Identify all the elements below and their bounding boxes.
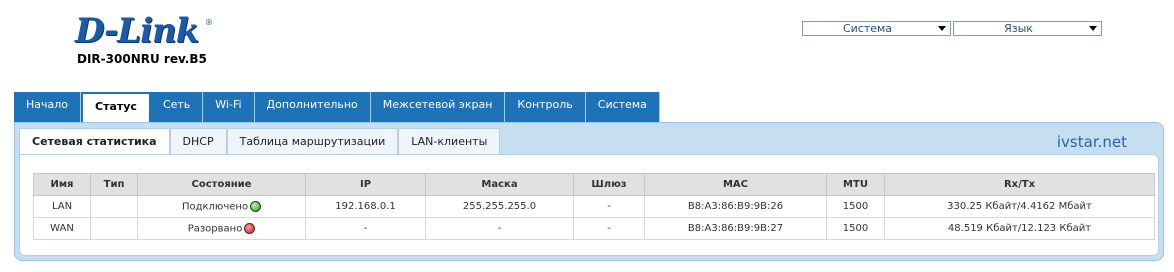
subtab-lan-clients[interactable]: LAN-клиенты <box>398 128 501 154</box>
col-mask: Маска <box>425 173 574 196</box>
cell-state: Подключено <box>137 195 306 218</box>
status-connected-icon <box>250 200 262 212</box>
status-disconnected-icon <box>244 222 256 234</box>
subtab-network-stats[interactable]: Сетевая статистика <box>19 128 170 154</box>
system-select-value: Система <box>842 22 893 35</box>
tab-wifi[interactable]: Wi-Fi <box>203 92 255 122</box>
col-rxtx: Rx/Tx <box>884 173 1155 196</box>
registered-mark: ® <box>205 18 213 27</box>
subtab-dhcp[interactable]: DHCP <box>169 128 227 154</box>
system-select[interactable]: Система <box>802 21 951 36</box>
col-mtu: MTU <box>826 173 885 196</box>
tab-status[interactable]: Статус <box>81 92 151 122</box>
stats-container: Имя Тип Состояние IP Маска Шлюз MAC MTU … <box>19 154 1159 256</box>
main-nav: Начало Статус Сеть Wi-Fi Дополнительно М… <box>14 92 660 122</box>
table-header-row: Имя Тип Состояние IP Маска Шлюз MAC MTU … <box>33 173 1155 196</box>
cell-ip: - <box>305 217 426 240</box>
cell-mac: B8:A3:86:B9:9B:26 <box>644 195 827 218</box>
logo-text: D-Link <box>75 11 199 51</box>
cell-rxtx: 48.519 Кбайт/12.123 Кбайт <box>884 217 1155 240</box>
tab-start[interactable]: Начало <box>14 92 82 122</box>
subtab-routing-table[interactable]: Таблица маршрутизации <box>226 128 399 154</box>
tab-advanced[interactable]: Дополнительно <box>254 92 371 122</box>
col-name: Имя <box>33 173 91 196</box>
col-mac: MAC <box>644 173 827 196</box>
state-text: Подключено <box>181 201 249 213</box>
cell-mtu: 1500 <box>826 217 885 240</box>
tab-system[interactable]: Система <box>585 92 660 122</box>
tab-firewall[interactable]: Межсетевой экран <box>370 92 506 122</box>
cell-mac: B8:A3:86:B9:9B:27 <box>644 217 827 240</box>
table-row: LAN Подключено 192.168.0.1 255.255.255.0… <box>33 195 1155 218</box>
chevron-down-icon <box>938 26 946 31</box>
cell-ip: 192.168.0.1 <box>305 195 426 218</box>
cell-name: WAN <box>33 217 91 240</box>
device-model: DIR-300NRU rev.B5 <box>77 52 207 66</box>
cell-mtu: 1500 <box>826 195 885 218</box>
cell-rxtx: 330.25 Кбайт/4.4162 Мбайт <box>884 195 1155 218</box>
network-stats-table: Имя Тип Состояние IP Маска Шлюз MAC MTU … <box>33 173 1155 240</box>
sub-nav: Сетевая статистика DHCP Таблица маршрути… <box>19 128 501 154</box>
col-state: Состояние <box>137 173 306 196</box>
col-ip: IP <box>305 173 426 196</box>
cell-mask: 255.255.255.0 <box>425 195 574 218</box>
cell-type <box>90 195 138 218</box>
cell-type <box>90 217 138 240</box>
col-gateway: Шлюз <box>573 173 645 196</box>
tab-network[interactable]: Сеть <box>150 92 204 122</box>
dlink-logo: D-Link ® <box>75 14 215 48</box>
cell-name: LAN <box>33 195 91 218</box>
cell-mask: - <box>425 217 574 240</box>
language-select-value: Язык <box>1004 22 1033 35</box>
watermark: ivstar.net <box>1056 133 1127 151</box>
state-text: Разорвано <box>187 223 243 235</box>
cell-gateway: - <box>573 195 645 218</box>
tab-control[interactable]: Контроль <box>505 92 586 122</box>
content-panel: Сетевая статистика DHCP Таблица маршрути… <box>14 122 1164 261</box>
language-select[interactable]: Язык <box>953 21 1102 36</box>
col-type: Тип <box>90 173 138 196</box>
table-row: WAN Разорвано - - - B8:A3:86:B9:9B:27 15… <box>33 217 1155 240</box>
chevron-down-icon <box>1089 26 1097 31</box>
cell-state: Разорвано <box>137 217 306 240</box>
cell-gateway: - <box>573 217 645 240</box>
